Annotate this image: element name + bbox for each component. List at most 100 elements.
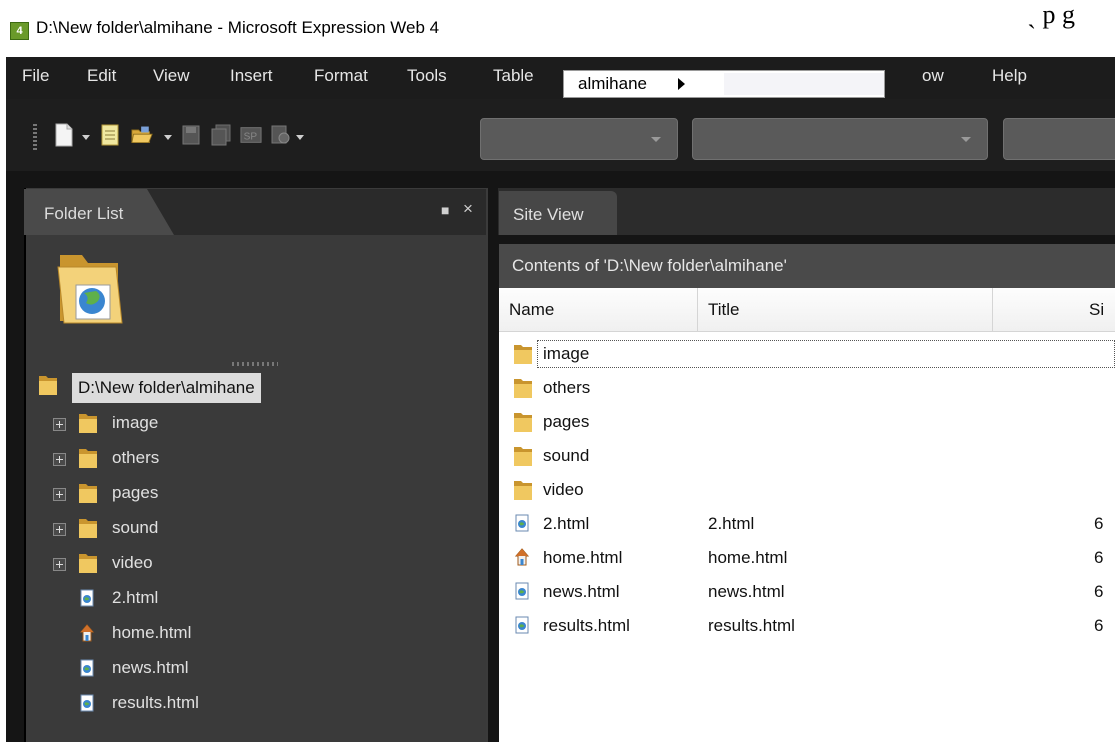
html-page-icon <box>515 582 529 600</box>
window-title: D:\New folder\almihane - Microsoft Expre… <box>36 18 440 37</box>
svg-text:SP: SP <box>244 132 258 143</box>
tree-html-page-icon <box>80 589 94 607</box>
tree-expander-image[interactable] <box>53 418 66 431</box>
save-icon[interactable] <box>180 123 202 147</box>
new-page-icon[interactable] <box>53 123 75 147</box>
row-name: others <box>543 378 591 397</box>
row-title: news.html <box>708 582 785 601</box>
tree-folder-icon-pages <box>79 484 97 503</box>
expression-web-app-icon: 4 <box>10 22 29 40</box>
list-item[interactable]: 2.html 2.html 6 <box>509 509 1115 539</box>
breadcrumb-blank-area <box>724 73 884 95</box>
list-item[interactable]: results.html results.html 6 <box>509 611 1115 641</box>
folder-icon <box>514 447 532 466</box>
row-name: home.html <box>543 548 623 567</box>
tree-item-results-html[interactable]: results.html <box>112 688 199 718</box>
tree-expander-others[interactable] <box>53 453 66 466</box>
contents-path-bar: Contents of 'D:\New folder\almihane' <box>499 244 1115 288</box>
tree-folder-icon-video <box>79 554 97 573</box>
column-header-title-label: Title <box>708 300 740 319</box>
tree-home-page-icon <box>80 624 94 642</box>
corner-text: ˎ p g <box>1027 0 1075 29</box>
pin-icon[interactable]: ■ <box>441 202 449 218</box>
tree-folder-icon-sound <box>79 519 97 538</box>
tree-expander-sound[interactable] <box>53 523 66 536</box>
list-item[interactable]: news.html news.html 6 <box>509 577 1115 607</box>
preview-icon[interactable] <box>270 123 292 147</box>
site-folder-globe-icon <box>57 255 123 324</box>
row-name: results.html <box>543 616 630 635</box>
menu-tools[interactable]: Tools <box>407 66 447 86</box>
breadcrumb-site-label[interactable]: almihane <box>578 74 647 94</box>
tab-site-view[interactable]: Site View <box>499 191 617 235</box>
menu-insert[interactable]: Insert <box>230 66 273 86</box>
open-folder-icon[interactable] <box>131 123 153 147</box>
tree-item-sound[interactable]: sound <box>112 513 158 543</box>
tree-item-2-html[interactable]: 2.html <box>112 583 158 613</box>
tree-expander-video[interactable] <box>53 558 66 571</box>
row-name: 2.html <box>543 514 590 533</box>
folder-icon <box>514 379 532 398</box>
sharepoint-icon[interactable]: SP <box>240 123 262 147</box>
font-family-combo[interactable] <box>692 118 988 160</box>
tree-root[interactable]: D:\New folder\almihane <box>72 373 261 403</box>
breadcrumb-arrow-icon <box>678 78 685 90</box>
menu-edit[interactable]: Edit <box>87 66 116 86</box>
folder-icon <box>514 345 532 364</box>
column-header-name[interactable]: Name <box>499 288 698 332</box>
new-site-icon[interactable] <box>100 123 122 147</box>
column-header-name-label: Name <box>509 300 555 319</box>
tree-expander-pages[interactable] <box>53 488 66 501</box>
folder-icon <box>514 481 532 500</box>
row-size: 6 <box>1094 582 1104 601</box>
tree-html-page-icon <box>80 694 94 712</box>
tree-item-image[interactable]: image <box>112 408 158 438</box>
list-item[interactable]: video <box>509 475 1115 505</box>
row-name: video <box>543 480 584 499</box>
style-combo[interactable] <box>480 118 678 160</box>
list-item[interactable]: pages <box>509 407 1115 437</box>
tree-item-video[interactable]: video <box>112 548 153 578</box>
tree-html-page-icon <box>80 659 94 677</box>
list-item[interactable]: image <box>509 339 1115 369</box>
home-page-icon <box>515 548 529 566</box>
list-item[interactable]: sound <box>509 441 1115 471</box>
tree-item-news-html[interactable]: news.html <box>112 653 189 683</box>
open-dropdown-arrow-icon[interactable] <box>164 135 172 140</box>
menu-help[interactable]: Help <box>992 66 1027 86</box>
font-size-combo[interactable] <box>1003 118 1115 160</box>
column-header-size[interactable]: Si <box>993 288 1115 332</box>
contents-label: Contents of 'D:\New folder\almihane' <box>512 256 787 275</box>
app-window: 4 D:\New folder\almihane - Microsoft Exp… <box>0 0 1115 742</box>
row-size: 6 <box>1094 616 1104 635</box>
combo-dropdown-icon[interactable] <box>961 137 971 142</box>
row-name: sound <box>543 446 590 465</box>
html-page-icon <box>515 514 529 532</box>
tree-item-home-html[interactable]: home.html <box>112 618 191 648</box>
tree-item-pages[interactable]: pages <box>112 478 158 508</box>
folder-icon <box>514 413 532 432</box>
menu-view[interactable]: View <box>153 66 190 86</box>
list-item[interactable]: home.html home.html 6 <box>509 543 1115 573</box>
site-view-tab-label: Site View <box>513 205 584 224</box>
row-name: pages <box>543 412 590 431</box>
tree-item-others[interactable]: others <box>112 443 159 473</box>
column-header-size-label: Si <box>1089 300 1105 319</box>
menu-table[interactable]: Table <box>493 66 534 86</box>
menu-window[interactable]: ow <box>922 66 944 86</box>
close-icon[interactable]: × <box>463 199 473 219</box>
save-all-icon[interactable] <box>210 123 232 147</box>
html-page-icon <box>515 616 529 634</box>
panel-splitter[interactable] <box>232 362 278 366</box>
tree-folder-icon-image <box>79 414 97 433</box>
menu-format[interactable]: Format <box>314 66 368 86</box>
tree-folder-icon-others <box>79 449 97 468</box>
toolbar-grip[interactable] <box>33 124 37 152</box>
list-item[interactable]: others <box>509 373 1115 403</box>
column-header-title[interactable]: Title <box>698 288 993 332</box>
combo-dropdown-icon[interactable] <box>651 137 661 142</box>
site-breadcrumb[interactable]: almihane <box>563 70 885 98</box>
preview-dropdown-arrow-icon[interactable] <box>296 135 304 140</box>
menu-file[interactable]: File <box>22 66 49 86</box>
new-dropdown-arrow-icon[interactable] <box>82 135 90 140</box>
